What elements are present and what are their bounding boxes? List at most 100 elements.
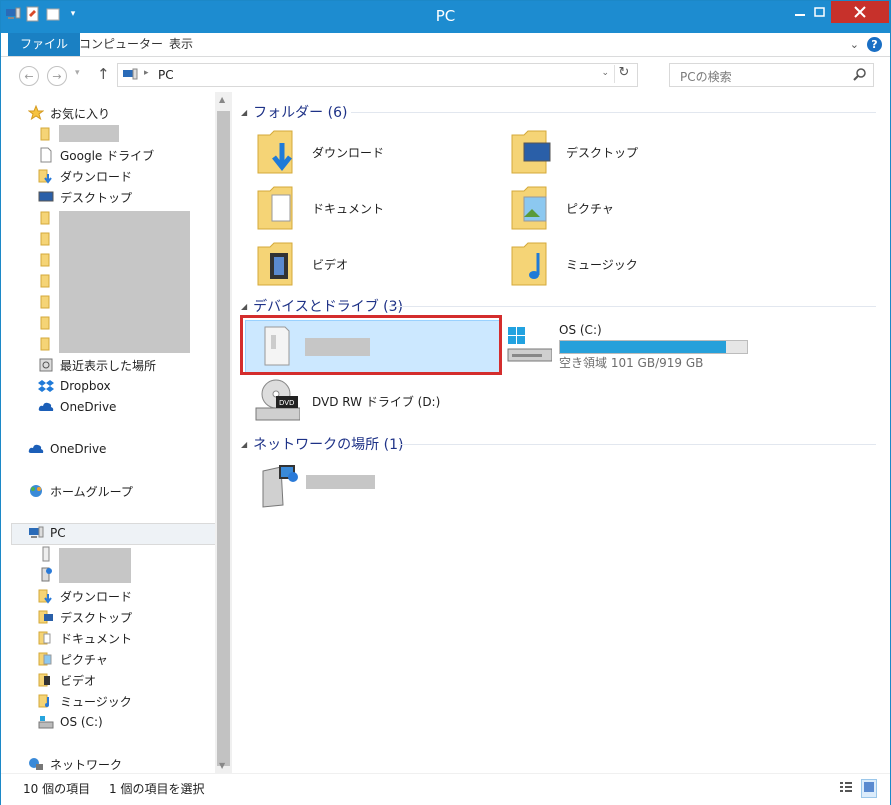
drive-tile-os[interactable] [506, 322, 552, 368]
sidebar-item-onedrive-fav[interactable]: OneDrive [38, 397, 116, 417]
sidebar-item-folder[interactable] [38, 334, 54, 354]
up-arrow-icon[interactable]: ↑ [97, 65, 110, 83]
sidebar-homegroup[interactable]: ホームグループ [28, 481, 133, 501]
collapse-icon[interactable]: ◢ [241, 302, 247, 311]
tile-label: DVD RW ドライブ (D:) [312, 394, 441, 409]
group-divider [399, 444, 876, 445]
address-path: PC [158, 68, 174, 82]
sidebar-label: デスクトップ [60, 610, 133, 625]
documents-folder-icon [38, 630, 54, 646]
sidebar-pc-desktop[interactable]: デスクトップ [38, 607, 132, 627]
sidebar-pc-os-drive[interactable]: OS (C:) [38, 712, 103, 732]
videos-folder-icon [254, 241, 300, 287]
sidebar-item-dropbox[interactable]: Dropbox [38, 376, 111, 396]
sidebar-pc-downloads[interactable]: ダウンロード [38, 586, 132, 606]
folder-icon [38, 126, 54, 142]
document-icon [38, 147, 54, 163]
title-bar: ▾ PC [1, 1, 890, 33]
folder-icon [38, 294, 54, 310]
folder-tile-pictures[interactable]: ピクチャ [508, 185, 614, 231]
tile-label: ピクチャ [566, 201, 614, 216]
refresh-icon[interactable]: ↻ [614, 65, 633, 83]
close-button[interactable] [831, 1, 889, 23]
collapse-icon[interactable]: ◢ [241, 108, 247, 117]
sidebar-pc-music[interactable]: ミュージック [38, 691, 132, 711]
sidebar-item-folder[interactable] [38, 292, 54, 312]
sidebar-item-recent-places[interactable]: 最近表示した場所 [38, 355, 156, 375]
search-box[interactable]: PCの検索 [669, 63, 874, 87]
sidebar-pc-documents[interactable]: ドキュメント [38, 628, 132, 648]
folder-tile-music[interactable]: ミュージック [508, 241, 638, 287]
sidebar-label: ダウンロード [60, 169, 133, 184]
desktop-folder-icon [38, 609, 54, 625]
devices-group-header[interactable]: ◢ デバイスとドライブ (3) [241, 296, 403, 316]
breadcrumb-chevron-icon[interactable]: ▸ [144, 68, 149, 78]
sidebar-item-folder[interactable] [38, 229, 54, 249]
sidebar-label: ネットワーク [50, 757, 123, 772]
folder-tile-downloads[interactable]: ダウンロード [254, 129, 384, 175]
sidebar-item-desktop[interactable]: デスクトップ [38, 187, 132, 207]
svg-text:DVD: DVD [279, 399, 294, 407]
os-drive-name: OS (C:) [559, 323, 602, 337]
recent-places-icon [38, 357, 54, 373]
sidebar-label: ホームグループ [50, 484, 133, 499]
folder-tile-documents[interactable]: ドキュメント [254, 185, 384, 231]
tab-view[interactable]: 表示 [157, 33, 205, 56]
sidebar-item-folder[interactable] [38, 124, 54, 144]
sidebar-item-network-device[interactable] [38, 564, 54, 584]
forward-button[interactable]: → [47, 66, 67, 86]
network-icon [28, 756, 44, 772]
address-dropdown-icon[interactable]: ⌄ [601, 68, 609, 78]
sidebar-scroll-thumb[interactable] [217, 111, 230, 766]
downloads-folder-icon [254, 129, 300, 175]
sidebar-item-folder[interactable] [38, 271, 54, 291]
tower-icon [38, 546, 54, 562]
sidebar-item-folder[interactable] [38, 313, 54, 333]
details-view-icon[interactable] [839, 780, 853, 797]
folder-icon [38, 231, 54, 247]
scroll-up-icon[interactable]: ▲ [219, 95, 225, 104]
dropbox-icon [38, 378, 54, 394]
redacted-block [306, 475, 375, 489]
redacted-block [59, 211, 190, 353]
sidebar-pc-pictures[interactable]: ピクチャ [38, 649, 108, 669]
folder-tile-videos[interactable]: ビデオ [254, 241, 348, 287]
help-icon[interactable]: ? [867, 37, 882, 52]
network-group-header[interactable]: ◢ ネットワークの場所 (1) [241, 434, 403, 454]
group-divider [351, 112, 876, 113]
windows-drive-icon [506, 322, 552, 368]
collapse-icon[interactable]: ◢ [241, 440, 247, 449]
search-icon[interactable] [853, 67, 867, 84]
maximize-button[interactable] [807, 1, 831, 23]
sidebar-pc[interactable]: PC [28, 523, 66, 543]
address-bar[interactable]: ▸ PC ⌄ ↻ [117, 63, 638, 87]
folder-icon [38, 210, 54, 226]
sidebar-item-device[interactable] [38, 544, 54, 564]
sidebar-label: PC [50, 526, 66, 540]
music-folder-icon [508, 241, 554, 287]
recent-locations-icon[interactable]: ▾ [75, 68, 80, 78]
back-button[interactable]: ← [19, 66, 39, 86]
drive-tile-dvd[interactable]: DVD DVD RW ドライブ (D:) [254, 378, 440, 424]
large-icons-view-icon[interactable] [861, 779, 877, 798]
sidebar-label: OS (C:) [60, 715, 103, 729]
highlight-box [240, 315, 502, 375]
sidebar-label: OneDrive [50, 442, 107, 456]
os-drive-usage-fill [560, 341, 727, 353]
window-title: PC [435, 7, 456, 25]
sidebar-item-downloads[interactable]: ダウンロード [38, 166, 132, 186]
group-title: フォルダー (6) [253, 105, 348, 121]
sidebar-item-folder[interactable] [38, 250, 54, 270]
sidebar-item-folder[interactable] [38, 208, 54, 228]
sidebar-onedrive[interactable]: OneDrive [28, 439, 106, 459]
folders-group-header[interactable]: ◢ フォルダー (6) [241, 102, 347, 122]
scroll-down-icon[interactable]: ▼ [219, 761, 225, 770]
media-server-icon [257, 461, 299, 512]
sidebar-favorites[interactable]: お気に入り [28, 103, 110, 123]
desktop-folder-icon [508, 129, 554, 175]
folder-tile-desktop[interactable]: デスクトップ [508, 129, 638, 175]
sidebar-network[interactable]: ネットワーク [28, 754, 122, 774]
sidebar-item-google-drive[interactable]: Google ドライブ [38, 145, 154, 165]
expand-ribbon-icon[interactable]: ⌄ [850, 38, 859, 51]
sidebar-pc-videos[interactable]: ビデオ [38, 670, 96, 690]
